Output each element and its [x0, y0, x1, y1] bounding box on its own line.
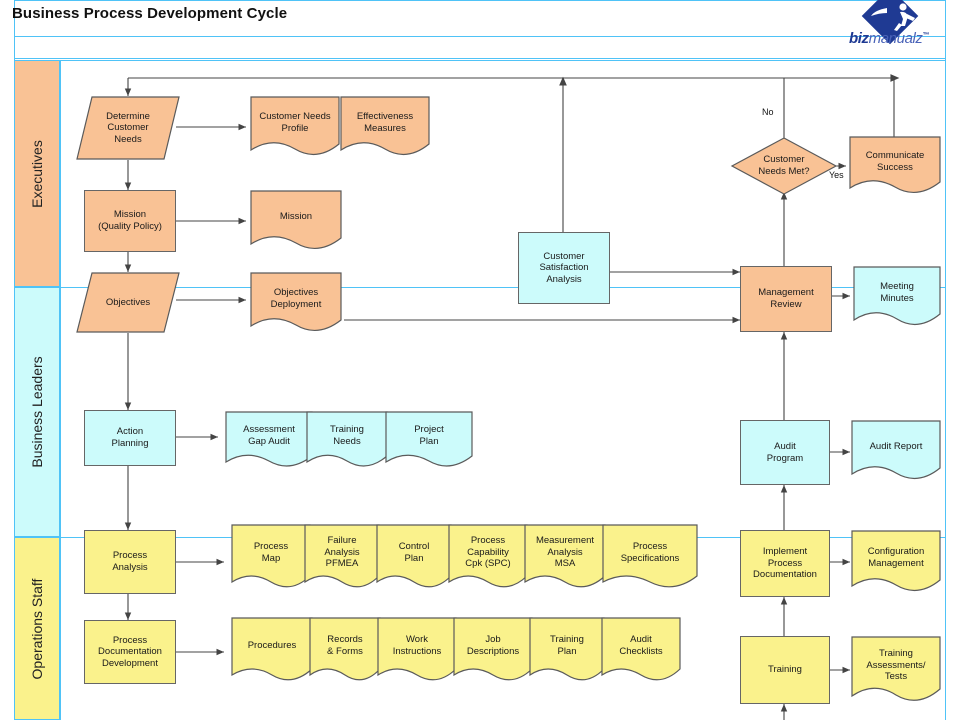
node-label: Procedures — [247, 639, 297, 651]
node-label: Process Documentation Development — [98, 634, 162, 669]
node-objectives[interactable]: Objectives — [76, 272, 180, 333]
node-failure-analysis-pfmea[interactable]: Failure Analysis PFMEA — [304, 524, 380, 590]
node-label: Mission (Quality Policy) — [98, 209, 162, 232]
node-determine-customer-needs[interactable]: Determine Customer Needs — [76, 96, 180, 160]
node-objectives-deployment[interactable]: Objectives Deployment — [250, 272, 342, 334]
node-process-capability-cpk[interactable]: Process Capability Cpk (SPC) — [448, 524, 528, 590]
node-label: Process Specifications — [620, 540, 680, 564]
node-label: Management Review — [758, 287, 814, 310]
node-audit-program[interactable]: Audit Program — [740, 420, 830, 485]
node-label: Measurement Analysis MSA — [535, 535, 595, 570]
node-label: Process Capability Cpk (SPC) — [465, 535, 511, 570]
node-training[interactable]: Training — [740, 636, 830, 704]
node-process-analysis[interactable]: Process Analysis — [84, 530, 176, 594]
node-action-planning[interactable]: Action Planning — [84, 410, 176, 466]
node-effectiveness-measures[interactable]: Effectiveness Measures — [340, 96, 430, 158]
node-training-needs[interactable]: Training Needs — [306, 411, 388, 469]
node-mission-quality-policy[interactable]: Mission (Quality Policy) — [84, 190, 176, 252]
node-job-descriptions[interactable]: Job Descriptions — [453, 617, 533, 683]
node-label: Mission — [279, 210, 313, 222]
node-audit-checklists[interactable]: Audit Checklists — [601, 617, 681, 683]
node-communicate-success[interactable]: Communicate Success — [849, 136, 941, 196]
node-control-plan[interactable]: Control Plan — [376, 524, 452, 590]
edge-label-no: No — [762, 107, 774, 117]
node-procedures[interactable]: Procedures — [231, 617, 313, 683]
node-training-assessments-tests[interactable]: Training Assessments/ Tests — [851, 636, 941, 704]
node-label: Implement Process Documentation — [753, 546, 817, 581]
node-label: Audit Checklists — [619, 633, 663, 657]
node-label: Failure Analysis PFMEA — [324, 535, 360, 570]
node-process-documentation-development[interactable]: Process Documentation Development — [84, 620, 176, 684]
node-label: Configuration Management — [867, 545, 925, 569]
node-configuration-management[interactable]: Configuration Management — [851, 530, 941, 594]
node-label: Audit Report — [869, 440, 923, 452]
node-measurement-analysis-msa[interactable]: Measurement Analysis MSA — [524, 524, 606, 590]
flowchart-canvas: Business Process Development Cycle bizma… — [0, 0, 960, 720]
node-label: Determine Customer Needs — [106, 110, 150, 145]
node-label: Process Analysis — [112, 550, 148, 573]
node-label: Communicate Success — [865, 149, 925, 173]
node-project-plan[interactable]: Project Plan — [385, 411, 473, 469]
node-label: Records & Forms — [327, 633, 363, 657]
node-label: Training — [768, 664, 802, 676]
node-label: Customer Needs Met? — [758, 154, 810, 177]
node-process-specifications[interactable]: Process Specifications — [602, 524, 698, 590]
node-work-instructions[interactable]: Work Instructions — [377, 617, 457, 683]
node-meeting-minutes[interactable]: Meeting Minutes — [853, 266, 941, 328]
node-records-and-forms[interactable]: Records & Forms — [309, 617, 381, 683]
node-label: Assessment Gap Audit — [243, 423, 295, 447]
node-training-plan[interactable]: Training Plan — [529, 617, 605, 683]
node-management-review[interactable]: Management Review — [740, 266, 832, 332]
node-label: Process Map — [253, 540, 289, 564]
node-label: Audit Program — [766, 440, 804, 464]
node-audit-report[interactable]: Audit Report — [851, 420, 941, 482]
node-label: Training Needs — [330, 423, 364, 447]
node-label: Objectives — [105, 296, 151, 308]
node-label: Training Plan — [550, 633, 584, 657]
node-label: Customer Satisfaction Analysis — [539, 250, 589, 285]
edge-label-yes: Yes — [829, 170, 844, 180]
node-customer-needs-met-decision[interactable]: Customer Needs Met? — [730, 136, 838, 196]
node-label: Objectives Deployment — [270, 286, 322, 310]
node-customer-needs-profile[interactable]: Customer Needs Profile — [250, 96, 340, 158]
node-label: Customer Needs Profile — [259, 110, 331, 134]
node-label: Job Descriptions — [466, 633, 520, 657]
node-label: Control Plan — [398, 540, 430, 564]
node-label: Effectiveness Measures — [356, 110, 414, 134]
node-label: Project Plan — [414, 423, 444, 447]
node-label: Action Planning — [111, 426, 149, 449]
node-process-map[interactable]: Process Map — [231, 524, 311, 590]
node-label: Work Instructions — [392, 633, 442, 657]
node-implement-process-documentation[interactable]: Implement Process Documentation — [740, 530, 830, 597]
node-label: Training Assessments/ Tests — [866, 648, 926, 683]
node-assessment-gap-audit[interactable]: Assessment Gap Audit — [225, 411, 313, 469]
node-label: Meeting Minutes — [880, 280, 914, 304]
node-mission-document[interactable]: Mission — [250, 190, 342, 252]
node-customer-satisfaction-analysis[interactable]: Customer Satisfaction Analysis — [518, 232, 610, 304]
